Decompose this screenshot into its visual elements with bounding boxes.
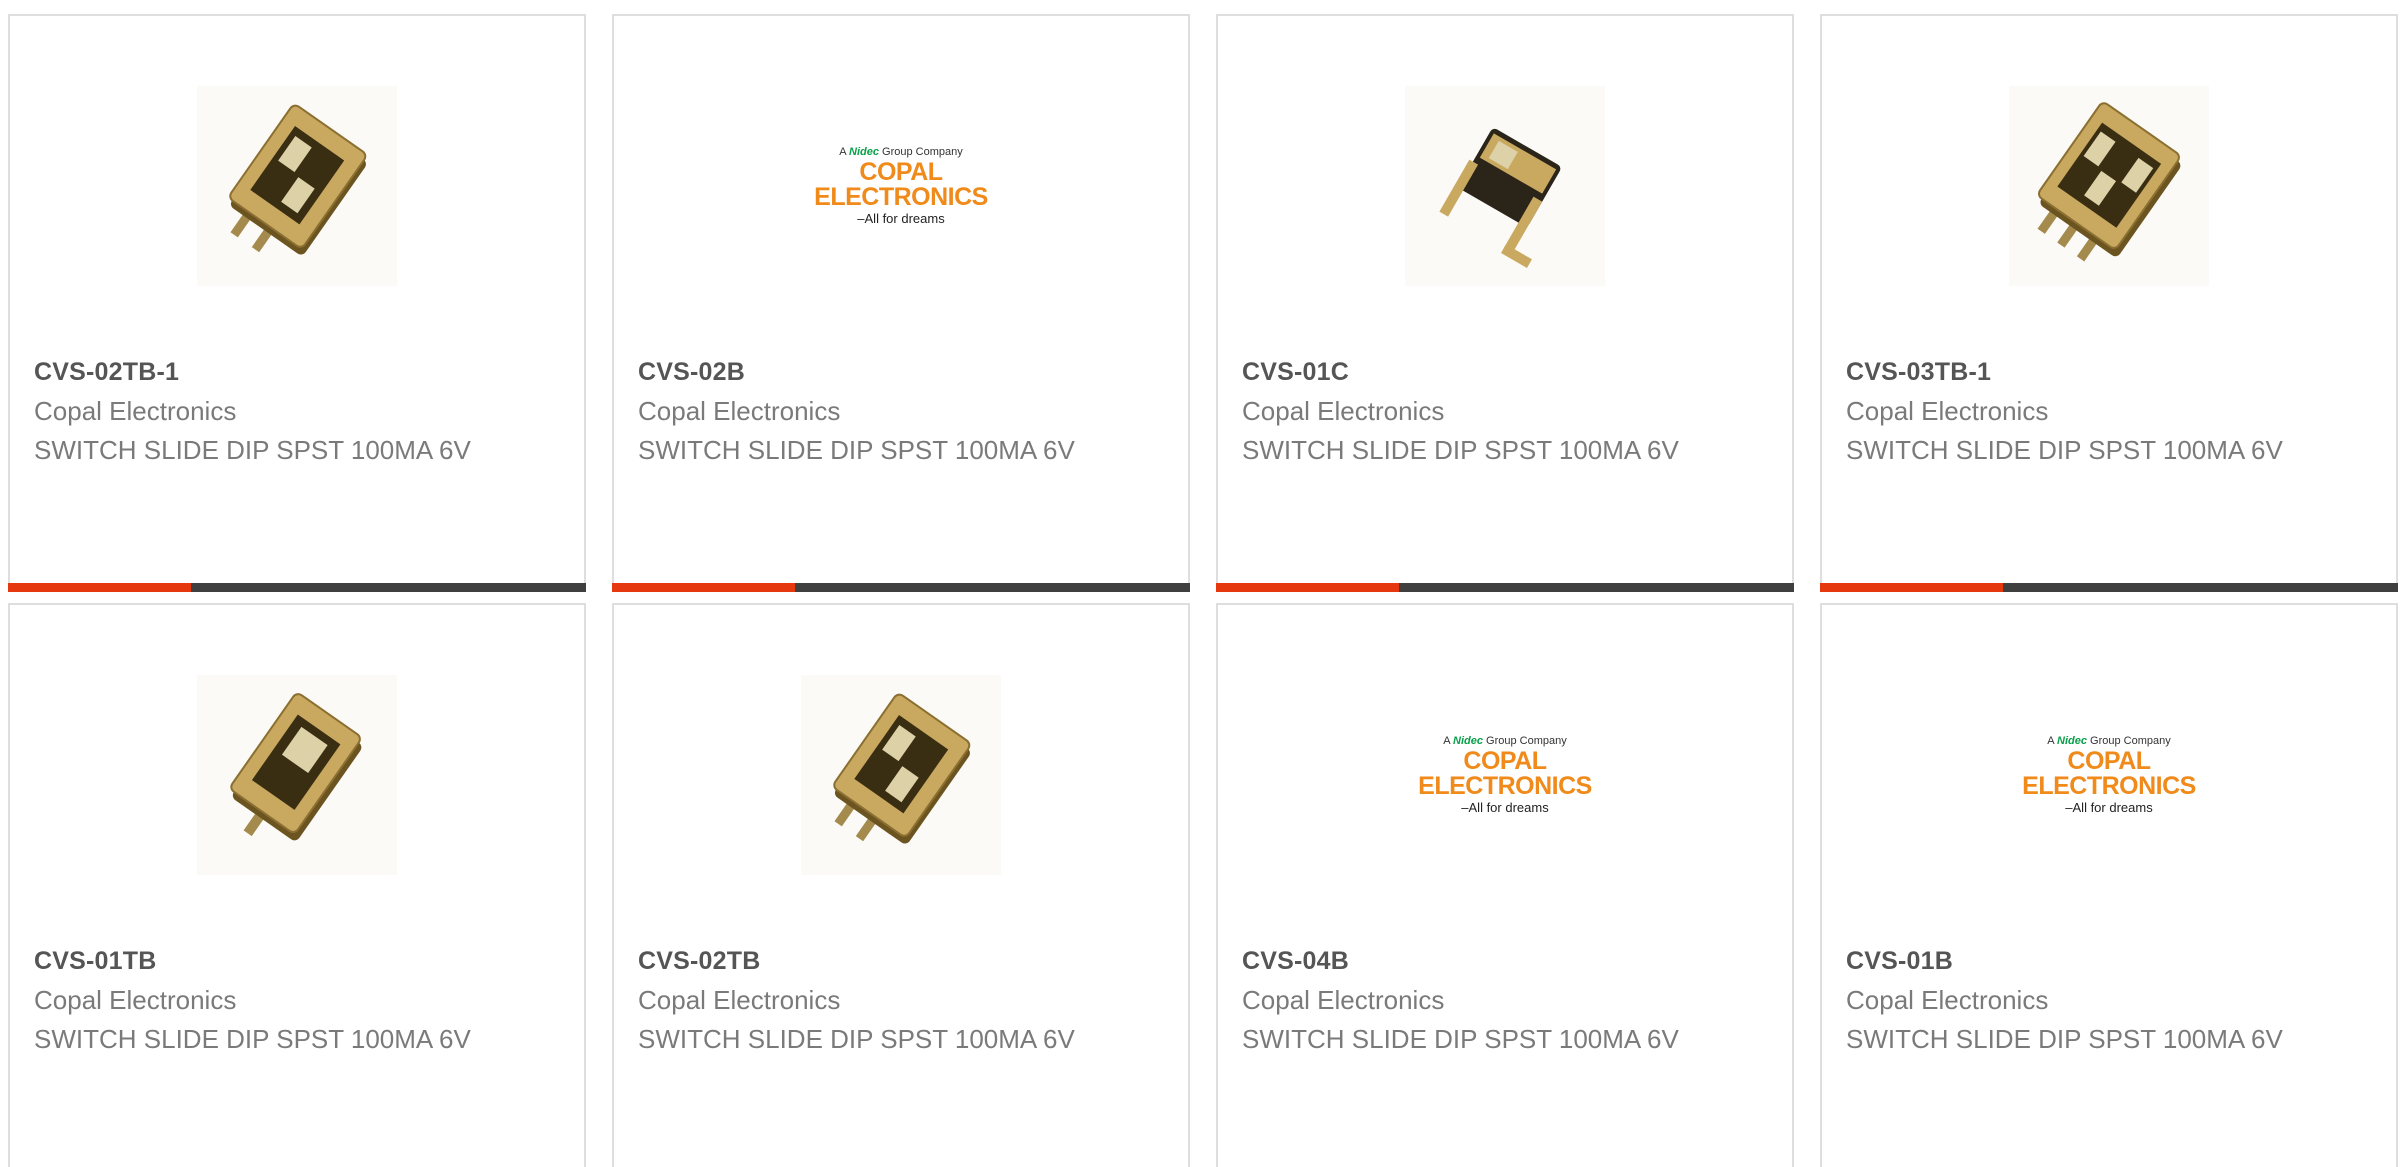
logo-brand: COPAL ELECTRONICS [814, 158, 988, 211]
part-number[interactable]: CVS-01TB [34, 947, 156, 976]
product-image[interactable] [1822, 86, 2396, 286]
product-description: SWITCH SLIDE DIP SPST 100MA 6V [34, 1024, 471, 1054]
product-description: SWITCH SLIDE DIP SPST 100MA 6V [1242, 435, 1679, 465]
part-number[interactable]: CVS-01B [1846, 947, 1953, 976]
manufacturer: Copal Electronics [1242, 396, 1445, 426]
product-image[interactable] [614, 675, 1188, 875]
product-card[interactable]: CVS-01C Copal Electronics SWITCH SLIDE D… [1216, 14, 1794, 592]
logo-group-line: A Nidec Group Company [839, 146, 963, 158]
manufacturer: Copal Electronics [638, 396, 841, 426]
card-accent-bar [1216, 583, 1399, 592]
manufacturer: Copal Electronics [34, 985, 237, 1015]
logo-tagline: –All for dreams [2065, 800, 2153, 815]
logo-tagline: –All for dreams [857, 211, 945, 226]
switch-2pin-icon [197, 86, 397, 286]
logo-group-line: A Nidec Group Company [2047, 735, 2171, 747]
product-card[interactable]: A Nidec Group Company COPAL ELECTRONICS … [1216, 603, 1794, 1167]
logo-tagline: –All for dreams [1461, 800, 1549, 815]
manufacturer: Copal Electronics [1846, 396, 2049, 426]
copal-logo: A Nidec Group Company COPAL ELECTRONICS … [2004, 735, 2214, 815]
part-number[interactable]: CVS-02TB-1 [34, 358, 179, 387]
product-description: SWITCH SLIDE DIP SPST 100MA 6V [1846, 435, 2283, 465]
part-number[interactable]: CVS-03TB-1 [1846, 358, 1991, 387]
switch-2pin-icon [801, 675, 1001, 875]
copal-logo: A Nidec Group Company COPAL ELECTRONICS … [1400, 735, 1610, 815]
copal-logo: A Nidec Group Company COPAL ELECTRONICS … [796, 146, 1006, 226]
logo-brand: COPAL ELECTRONICS [1418, 747, 1592, 800]
product-card[interactable]: A Nidec Group Company COPAL ELECTRONICS … [612, 14, 1190, 592]
product-description: SWITCH SLIDE DIP SPST 100MA 6V [638, 435, 1075, 465]
card-bottom-bar [8, 583, 586, 592]
manufacturer: Copal Electronics [1846, 985, 2049, 1015]
product-card[interactable]: CVS-02TB Copal Electronics SWITCH SLIDE … [612, 603, 1190, 1167]
part-number[interactable]: CVS-01C [1242, 358, 1349, 387]
product-description: SWITCH SLIDE DIP SPST 100MA 6V [34, 435, 471, 465]
card-bottom-bar [1820, 583, 2398, 592]
switch-3pin-icon [2009, 86, 2209, 286]
product-description: SWITCH SLIDE DIP SPST 100MA 6V [638, 1024, 1075, 1054]
part-number[interactable]: CVS-02TB [638, 947, 760, 976]
product-card[interactable]: A Nidec Group Company COPAL ELECTRONICS … [1820, 603, 2398, 1167]
product-card[interactable]: CVS-03TB-1 Copal Electronics SWITCH SLID… [1820, 14, 2398, 592]
logo-group-line: A Nidec Group Company [1443, 735, 1567, 747]
logo-brand: COPAL ELECTRONICS [2022, 747, 2196, 800]
card-accent-bar [1820, 583, 2003, 592]
product-image[interactable]: A Nidec Group Company COPAL ELECTRONICS … [1218, 675, 1792, 875]
product-description: SWITCH SLIDE DIP SPST 100MA 6V [1242, 1024, 1679, 1054]
product-image[interactable] [10, 675, 584, 875]
manufacturer: Copal Electronics [34, 396, 237, 426]
card-accent-bar [612, 583, 795, 592]
manufacturer: Copal Electronics [1242, 985, 1445, 1015]
product-image[interactable]: A Nidec Group Company COPAL ELECTRONICS … [1822, 675, 2396, 875]
switch-1pin-icon [197, 675, 397, 875]
product-card[interactable]: CVS-02TB-1 Copal Electronics SWITCH SLID… [8, 14, 586, 592]
part-number[interactable]: CVS-02B [638, 358, 745, 387]
product-image[interactable]: A Nidec Group Company COPAL ELECTRONICS … [614, 86, 1188, 286]
product-image[interactable] [1218, 86, 1792, 286]
card-bottom-bar [612, 583, 1190, 592]
product-card[interactable]: CVS-01TB Copal Electronics SWITCH SLIDE … [8, 603, 586, 1167]
switch-right-angle-icon [1405, 86, 1605, 286]
product-grid: CVS-02TB-1 Copal Electronics SWITCH SLID… [0, 0, 2400, 1167]
product-image[interactable] [10, 86, 584, 286]
product-description: SWITCH SLIDE DIP SPST 100MA 6V [1846, 1024, 2283, 1054]
card-bottom-bar [1216, 583, 1794, 592]
manufacturer: Copal Electronics [638, 985, 841, 1015]
part-number[interactable]: CVS-04B [1242, 947, 1349, 976]
card-accent-bar [8, 583, 191, 592]
